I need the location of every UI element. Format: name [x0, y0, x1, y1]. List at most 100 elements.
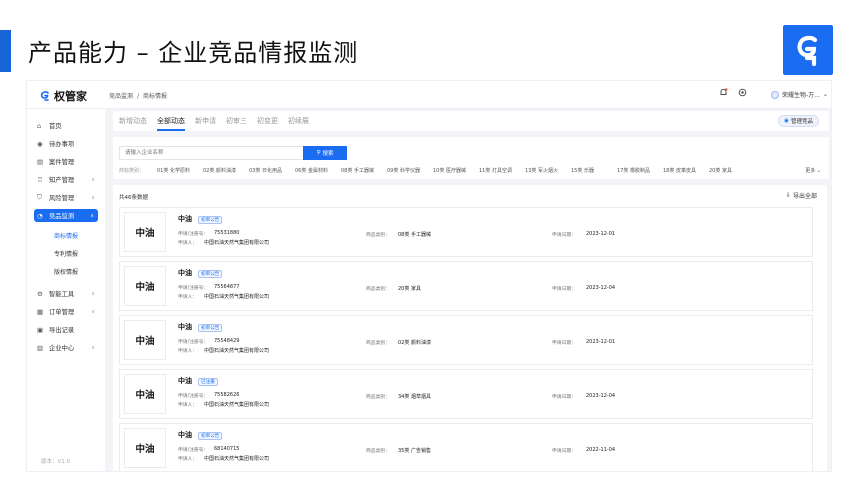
export-icon: ▣	[37, 325, 44, 334]
list-item[interactable]: 中油 中油 已注册 申请/注册号： 75582626 申请人： 中国石油天然气集…	[119, 369, 813, 419]
sidebar-item-todo[interactable]: ◉ 待办事项	[37, 137, 99, 150]
trademark-name[interactable]: 中油	[178, 214, 192, 224]
breadcrumb-separator: /	[137, 93, 140, 100]
sidebar-item-label: 订单管理	[49, 309, 75, 316]
sidebar-item-label: 待办事项	[49, 141, 75, 148]
avatar	[771, 90, 779, 99]
scrollbar[interactable]	[827, 185, 831, 471]
tab-new-application[interactable]: 新申请	[195, 116, 216, 126]
category-chip[interactable]: 17类 橡胶制品	[617, 167, 650, 174]
category-chip[interactable]: 03类 日化用品	[249, 167, 282, 174]
trademark-class: 20类 家具	[398, 286, 421, 292]
tools-icon: ⚙	[37, 289, 43, 298]
sidebar-subitem-patent[interactable]: 专利情报	[54, 249, 78, 258]
sidebar-item-company[interactable]: ▥ 企业中心 ∨	[37, 341, 99, 354]
sidebar-item-orders[interactable]: ▦ 订单管理 ∨	[37, 305, 99, 318]
field-label: 申请人：	[178, 241, 198, 246]
breadcrumb-item-1[interactable]: 竞品监测	[109, 93, 133, 100]
todo-icon: ◉	[37, 139, 43, 148]
user-menu[interactable]: 荣耀生物-万... ⌄	[771, 90, 828, 99]
category-chip[interactable]: 08类 手工器械	[341, 167, 374, 174]
result-count: 共46条数据	[119, 195, 148, 201]
sidebar-item-exports[interactable]: ▣ 导出记录	[37, 323, 99, 336]
trademark-name[interactable]: 中油	[178, 430, 192, 440]
list-item[interactable]: 中油 中油 初审公告 申请/注册号： 75548429 申请人： 中国石油天然气…	[119, 315, 813, 365]
list-item[interactable]: 中油 中油 初审公告 申请/注册号： 68140715 申请人： 中国石油天然气…	[119, 423, 813, 471]
category-chip[interactable]: 06类 金属材料	[295, 167, 328, 174]
field-label: 商品类别：	[366, 287, 390, 292]
sidebar-subitem-copyright[interactable]: 版权情报	[54, 267, 78, 276]
folder-icon: ▤	[37, 157, 44, 166]
search-button[interactable]: ⚲ 搜索	[303, 146, 347, 160]
sidebar-item-risk[interactable]: ⛉ 风险管理 ∨	[37, 191, 99, 204]
tab-new-updates[interactable]: 新增动态	[119, 116, 147, 126]
field-label: 申请日期：	[552, 233, 576, 238]
filter-panel: ⚲ 搜索 商标类别： 01类 化学原料 02类 颜料油漆 03类 日化用品 06…	[113, 137, 829, 179]
trademark-name[interactable]: 中油	[178, 268, 192, 278]
category-chip[interactable]: 09类 科学仪器	[387, 167, 420, 174]
sidebar-item-label: 案件管理	[49, 159, 75, 166]
category-chip[interactable]: 18类 皮革皮具	[663, 167, 696, 174]
order-icon: ▦	[37, 307, 44, 316]
sidebar-item-tools[interactable]: ⚙ 智能工具 ∨	[37, 287, 99, 300]
breadcrumb-item-2: 商标情报	[143, 93, 168, 100]
chevron-down-icon: ∨	[91, 308, 95, 315]
field-label: 商品类别：	[366, 449, 390, 454]
category-chip[interactable]: 20类 家具	[709, 167, 732, 174]
bell-icon[interactable]	[719, 88, 728, 97]
manage-competitors-button[interactable]: ◉ 管理竞品	[778, 115, 819, 127]
search-icon: ⚲	[316, 150, 321, 156]
sidebar-subitem-trademark[interactable]: 商标情报	[54, 231, 78, 240]
field-label: 申请人：	[178, 295, 198, 300]
search-input[interactable]	[119, 146, 303, 160]
category-chip[interactable]: 13类 军火烟火	[525, 167, 558, 174]
category-chip[interactable]: 15类 乐器	[571, 167, 594, 174]
sidebar-item-home[interactable]: ⌂ 首页	[37, 119, 99, 132]
export-all-button[interactable]: ⇩ 导出全部	[786, 191, 817, 200]
tab-renewal[interactable]: 初续展	[288, 116, 309, 126]
application-date: 2023-12-04	[586, 393, 616, 399]
field-label: 申请人：	[178, 349, 198, 354]
category-chip[interactable]: 01类 化学原料	[157, 167, 190, 174]
chevron-down-icon: ∨	[91, 176, 95, 183]
applicant: 中国石油天然气集团有限公司	[204, 456, 270, 462]
application-number: 75548429	[214, 338, 240, 344]
tab-change[interactable]: 初变更	[257, 116, 278, 126]
trademark-logo: 中油	[124, 428, 166, 468]
field-label: 申请人：	[178, 457, 198, 462]
status-badge: 已注册	[198, 378, 218, 386]
shield-icon: ⛉	[37, 193, 42, 201]
field-label: 申请日期：	[552, 395, 576, 400]
trademark-name[interactable]: 中油	[178, 376, 192, 386]
applicant: 中国石油天然气集团有限公司	[204, 348, 270, 354]
category-chip[interactable]: 10类 医疗器械	[433, 167, 466, 174]
list-item[interactable]: 中油 中油 初审公告 申请/注册号： 75564877 申请人： 中国石油天然气…	[119, 261, 813, 311]
more-categories-button[interactable]: 更多 ⌄	[805, 167, 821, 174]
field-label: 申请日期：	[552, 341, 576, 346]
sidebar-item-cases[interactable]: ▤ 案件管理	[37, 155, 99, 168]
tab-all-updates[interactable]: 全部动态	[157, 116, 185, 126]
app-logo-icon	[40, 91, 49, 101]
application-date: 2023-12-04	[586, 285, 616, 291]
settings-icon[interactable]	[738, 88, 747, 97]
trademark-name[interactable]: 中油	[178, 322, 192, 332]
category-chip[interactable]: 11类 灯具空调	[479, 167, 512, 174]
category-chip[interactable]: 02类 颜料油漆	[203, 167, 236, 174]
tab-preliminary-review[interactable]: 初审三	[226, 116, 247, 126]
application-number: 68140715	[214, 446, 240, 452]
slide-title: 产品能力 – 企业竞品情报监测	[28, 39, 359, 67]
sidebar-item-competitor-monitor[interactable]: ◔ 竞品监测 ∧	[34, 209, 98, 222]
application-number: 75564877	[214, 284, 240, 290]
application-number: 75531880	[214, 230, 240, 236]
app-logo[interactable]: 权管家	[39, 88, 87, 104]
list-item[interactable]: 中油 中油 初审公告 申请/注册号： 75531880 申请人： 中国石油天然气…	[119, 207, 813, 257]
app-window: 权管家 竞品监测 / 商标情报 荣耀生物-万... ⌄ ⌂ 首页 ◉ 待办事项 …	[26, 80, 832, 472]
sidebar-item-ip[interactable]: ♖ 知产管理 ∨	[37, 173, 99, 186]
chevron-down-icon: ∨	[91, 290, 95, 297]
field-label: 商品类别：	[366, 341, 390, 346]
sidebar-item-label: 导出记录	[49, 327, 75, 334]
export-all-label: 导出全部	[792, 193, 817, 200]
application-date: 2023-12-01	[586, 231, 616, 237]
chevron-up-icon: ∧	[90, 212, 94, 219]
trademark-class: 34类 烟草烟具	[398, 394, 431, 400]
